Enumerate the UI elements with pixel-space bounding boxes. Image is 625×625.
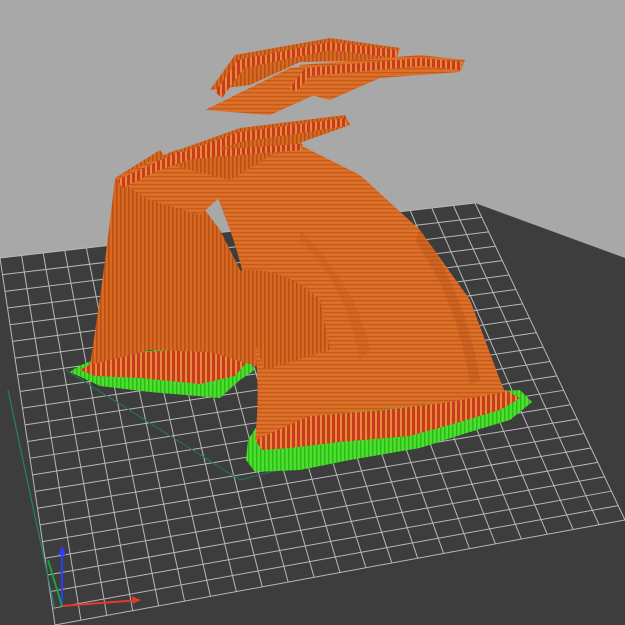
3d-preview-viewport[interactable] [0,0,625,625]
preview-canvas[interactable] [0,0,625,625]
